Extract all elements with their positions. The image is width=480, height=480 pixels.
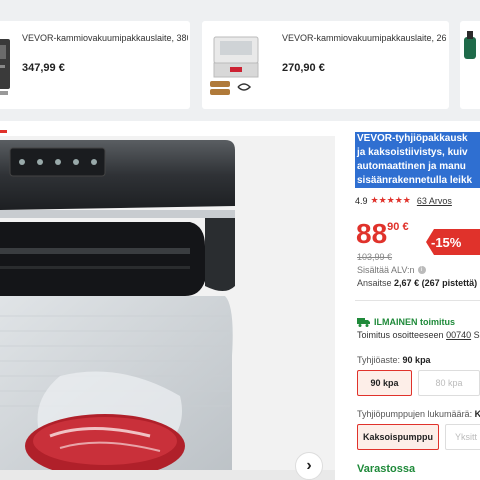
recommendation-price: 270,90 € xyxy=(282,62,325,74)
recommendation-card[interactable]: VEVOR-kammiovakuumipakkauslaite, 380 W:n… xyxy=(0,21,190,109)
product-title: VEVOR-tyhjiöpakkausk ja kaksoistiivistys… xyxy=(355,132,480,188)
free-shipping-label: ILMAINEN toimitus xyxy=(374,317,455,327)
option-80kpa-button[interactable]: 80 kpa xyxy=(418,370,480,396)
vat-label: Sisältää ALV:n xyxy=(357,265,415,275)
option-vacuum-level-label: Tyhjiöaste: 90 kpa xyxy=(357,355,431,365)
option-pump-count-label: Tyhjiöpumppujen lukumäärä: Ka xyxy=(357,409,480,419)
rating-value: 4.9 xyxy=(355,195,368,206)
star-rating-icon: ★★★★★ xyxy=(370,195,411,205)
option-label: Tyhjiöaste: xyxy=(357,355,401,365)
recommendation-title[interactable]: VEVOR-kammiovakuumipakkauslaite, 260 W:n… xyxy=(282,32,446,44)
option-dual-pump-button[interactable]: Kaksoispumppu xyxy=(357,424,439,450)
shipping-row: ILMAINEN toimitus xyxy=(357,317,455,327)
product-gallery[interactable]: › xyxy=(0,136,335,480)
postcode-link[interactable]: 00740 xyxy=(446,330,471,340)
discount-badge: -15% xyxy=(426,229,480,255)
vacuum-sealer-product-photo xyxy=(0,140,335,480)
recommendation-title[interactable]: VEVOR-kammiovakuumipakkauslaite, 380 W:n… xyxy=(22,32,188,44)
option-90kpa-button[interactable]: 90 kpa xyxy=(357,370,412,396)
old-price: 103,99 € xyxy=(357,252,393,262)
chamber-vacuum-sealer-thumbnail xyxy=(210,36,259,95)
recommendation-card[interactable]: VEVOR-kammiovakuumipakkauslaite, 260 W:n… xyxy=(202,21,449,109)
reviews-link[interactable]: 63 Arvos xyxy=(417,196,452,206)
info-icon[interactable]: i xyxy=(417,266,426,274)
shipping-to-suffix: S xyxy=(473,330,480,340)
current-price: 8890 € xyxy=(356,218,409,250)
gallery-next-button[interactable]: › xyxy=(295,452,323,480)
price-integer: 88 xyxy=(356,218,388,249)
product-title-line: sisäänrakennetulla leikk xyxy=(355,174,480,188)
recommendation-strip: VEVOR-kammiovakuumipakkauslaite, 380 W:n… xyxy=(0,0,480,121)
shipping-to-prefix: Toimitus osoitteeseen xyxy=(357,330,444,340)
option-value: Ka xyxy=(474,409,480,419)
vacuum-chamber-machine-thumbnail xyxy=(0,39,10,95)
points-prefix: Ansaitse xyxy=(357,278,392,288)
green-product-thumbnail xyxy=(464,31,476,59)
truck-icon xyxy=(357,318,370,327)
product-title-line: ja kaksoistiivistys, kuiv xyxy=(355,146,480,160)
stock-status: Varastossa xyxy=(357,463,416,475)
product-title-line: VEVOR-tyhjiöpakkausk xyxy=(355,132,480,146)
rating-row: 4.9 ★★★★★ 63 Arvos xyxy=(355,195,452,206)
recommendation-price: 347,99 € xyxy=(22,62,65,74)
price-decimal: 90 € xyxy=(387,221,409,233)
option-single-pump-button[interactable]: Yksitt xyxy=(445,424,480,450)
vat-note: Sisältää ALV:n i xyxy=(357,265,426,275)
reward-points: Ansaitse 2,67 € (267 pistettä) osto xyxy=(357,278,480,288)
option-label: Tyhjiöpumppujen lukumäärä: xyxy=(357,409,473,419)
shipping-destination: Toimitus osoitteeseen 00740 S xyxy=(357,330,480,340)
chevron-right-icon: › xyxy=(306,457,312,474)
points-value: 2,67 € (267 pistettä) xyxy=(394,278,478,288)
option-value: 90 kpa xyxy=(402,355,431,365)
accent-mark xyxy=(0,130,7,133)
product-title-line: automaattinen ja manu xyxy=(355,160,480,174)
recommendation-card[interactable] xyxy=(460,21,480,109)
divider xyxy=(355,300,480,301)
